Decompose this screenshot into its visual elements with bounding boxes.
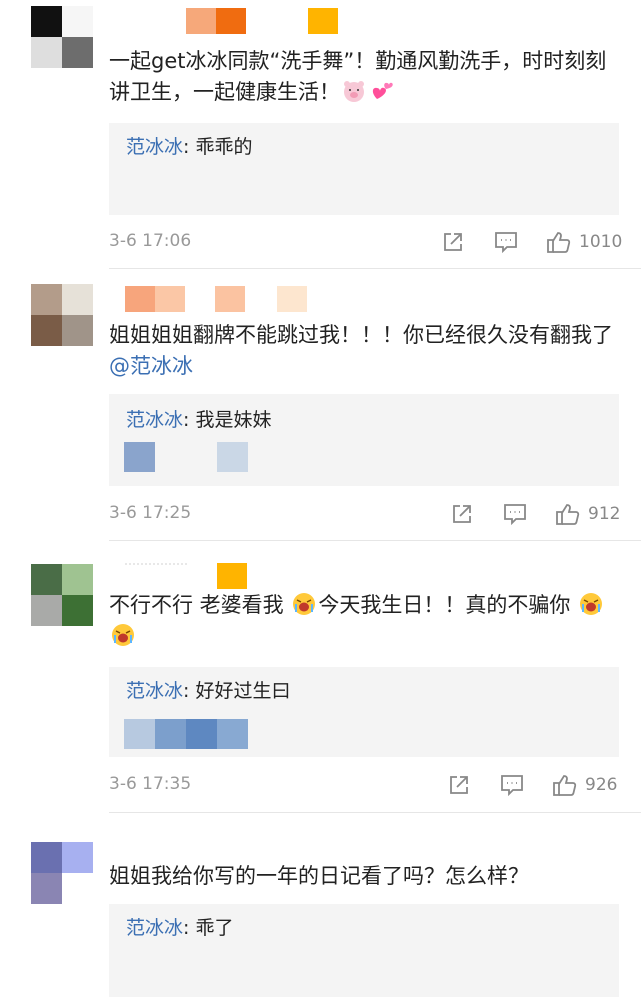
crying-face-icon <box>111 623 135 647</box>
username-blurred[interactable] <box>125 563 247 589</box>
crying-face-icon <box>579 592 603 616</box>
username-blurred[interactable] <box>186 8 338 34</box>
share-icon <box>450 776 468 794</box>
like-button[interactable]: 926 <box>551 770 617 800</box>
comment-footer: 3-6 17:06 1010 <box>109 227 622 257</box>
comment-footer: 3-6 17:35 926 <box>109 770 621 800</box>
reply-box[interactable]: 范冰冰: 我是妹妹 <box>109 394 619 486</box>
reply-box[interactable]: 范冰冰: 好好过生曰 <box>109 667 619 757</box>
comment-icon <box>504 504 526 526</box>
username-blurred[interactable] <box>125 286 307 312</box>
comment-text: 姐姐我给你写的一年的日记看了吗？怎么样？ <box>109 864 529 888</box>
reply-line: 范冰冰: 乖了 <box>126 917 234 939</box>
thumbs-up-icon <box>553 775 577 796</box>
reply-line: 范冰冰: 我是妹妹 <box>126 409 272 431</box>
reply-box[interactable]: 范冰冰: 乖乖的 <box>109 123 619 215</box>
thumbs-up-icon <box>556 504 580 525</box>
avatar[interactable] <box>31 564 93 626</box>
share-button[interactable] <box>441 227 465 257</box>
comment-item: 一起get冰冰同款“洗手舞”！勤通风勤洗手，时时刻刻讲卫生，一起健康生活！ 范冰… <box>0 0 641 269</box>
share-button[interactable] <box>447 770 471 800</box>
like-count: 1010 <box>579 232 623 252</box>
comment-text: 姐姐姐姐翻牌不能跳过我！！！你已经很久没有翻我了 @范冰冰 <box>109 323 613 378</box>
reply-author[interactable]: 范冰冰 <box>126 680 183 702</box>
reply-button[interactable] <box>493 227 519 257</box>
timestamp: 3-6 17:25 <box>109 503 192 523</box>
comment-item: 不行不行 老婆看我 今天我生日！！真的不骗你 范冰冰: 好好过生曰 3-6 17… <box>0 540 641 813</box>
like-button[interactable]: 912 <box>554 499 620 529</box>
reply-line: 范冰冰: 乖乖的 <box>126 136 253 158</box>
reply-author[interactable]: 范冰冰 <box>126 136 183 158</box>
avatar[interactable] <box>31 842 93 904</box>
reply-line: 范冰冰: 好好过生曰 <box>126 680 291 702</box>
avatar[interactable] <box>31 284 93 346</box>
reply-button[interactable] <box>502 499 528 529</box>
share-button[interactable] <box>450 499 474 529</box>
comment-item: 姐姐姐姐翻牌不能跳过我！！！你已经很久没有翻我了 @范冰冰 范冰冰: 我是妹妹 … <box>0 268 641 541</box>
mention-link[interactable]: @范冰冰 <box>109 354 193 378</box>
comment-icon <box>495 232 517 254</box>
comment-icon <box>501 775 523 797</box>
like-count: 912 <box>588 504 621 524</box>
comment-item: 姐姐我给你写的一年的日记看了吗？怎么样？ 范冰冰: 乖了 <box>0 812 641 997</box>
share-icon <box>444 233 462 251</box>
reply-button[interactable] <box>499 770 525 800</box>
blurred-content <box>124 442 248 472</box>
thumbs-up-icon <box>547 232 571 253</box>
comment-footer: 3-6 17:25 912 <box>109 499 621 529</box>
reply-author[interactable]: 范冰冰 <box>126 409 183 431</box>
reply-text: 乖了 <box>195 917 234 939</box>
like-count: 926 <box>585 775 618 795</box>
two-hearts-icon <box>370 79 394 103</box>
comment-text: 不行不行 老婆看我 今天我生日！！真的不骗你 <box>109 590 619 652</box>
blurred-content <box>124 719 248 749</box>
share-icon <box>453 505 471 523</box>
timestamp: 3-6 17:35 <box>109 774 192 794</box>
reply-text: 好好过生曰 <box>195 680 291 702</box>
reply-text: 乖乖的 <box>195 136 253 158</box>
avatar[interactable] <box>31 6 93 68</box>
crying-face-icon <box>292 592 316 616</box>
like-button[interactable]: 1010 <box>545 227 622 257</box>
reply-box[interactable]: 范冰冰: 乖了 <box>109 904 619 997</box>
timestamp: 3-6 17:06 <box>109 231 192 251</box>
reply-text: 我是妹妹 <box>195 409 272 431</box>
pig-face-icon <box>342 79 366 103</box>
reply-author[interactable]: 范冰冰 <box>126 917 183 939</box>
comment-text: 一起get冰冰同款“洗手舞”！勤通风勤洗手，时时刻刻讲卫生，一起健康生活！ <box>109 49 607 104</box>
